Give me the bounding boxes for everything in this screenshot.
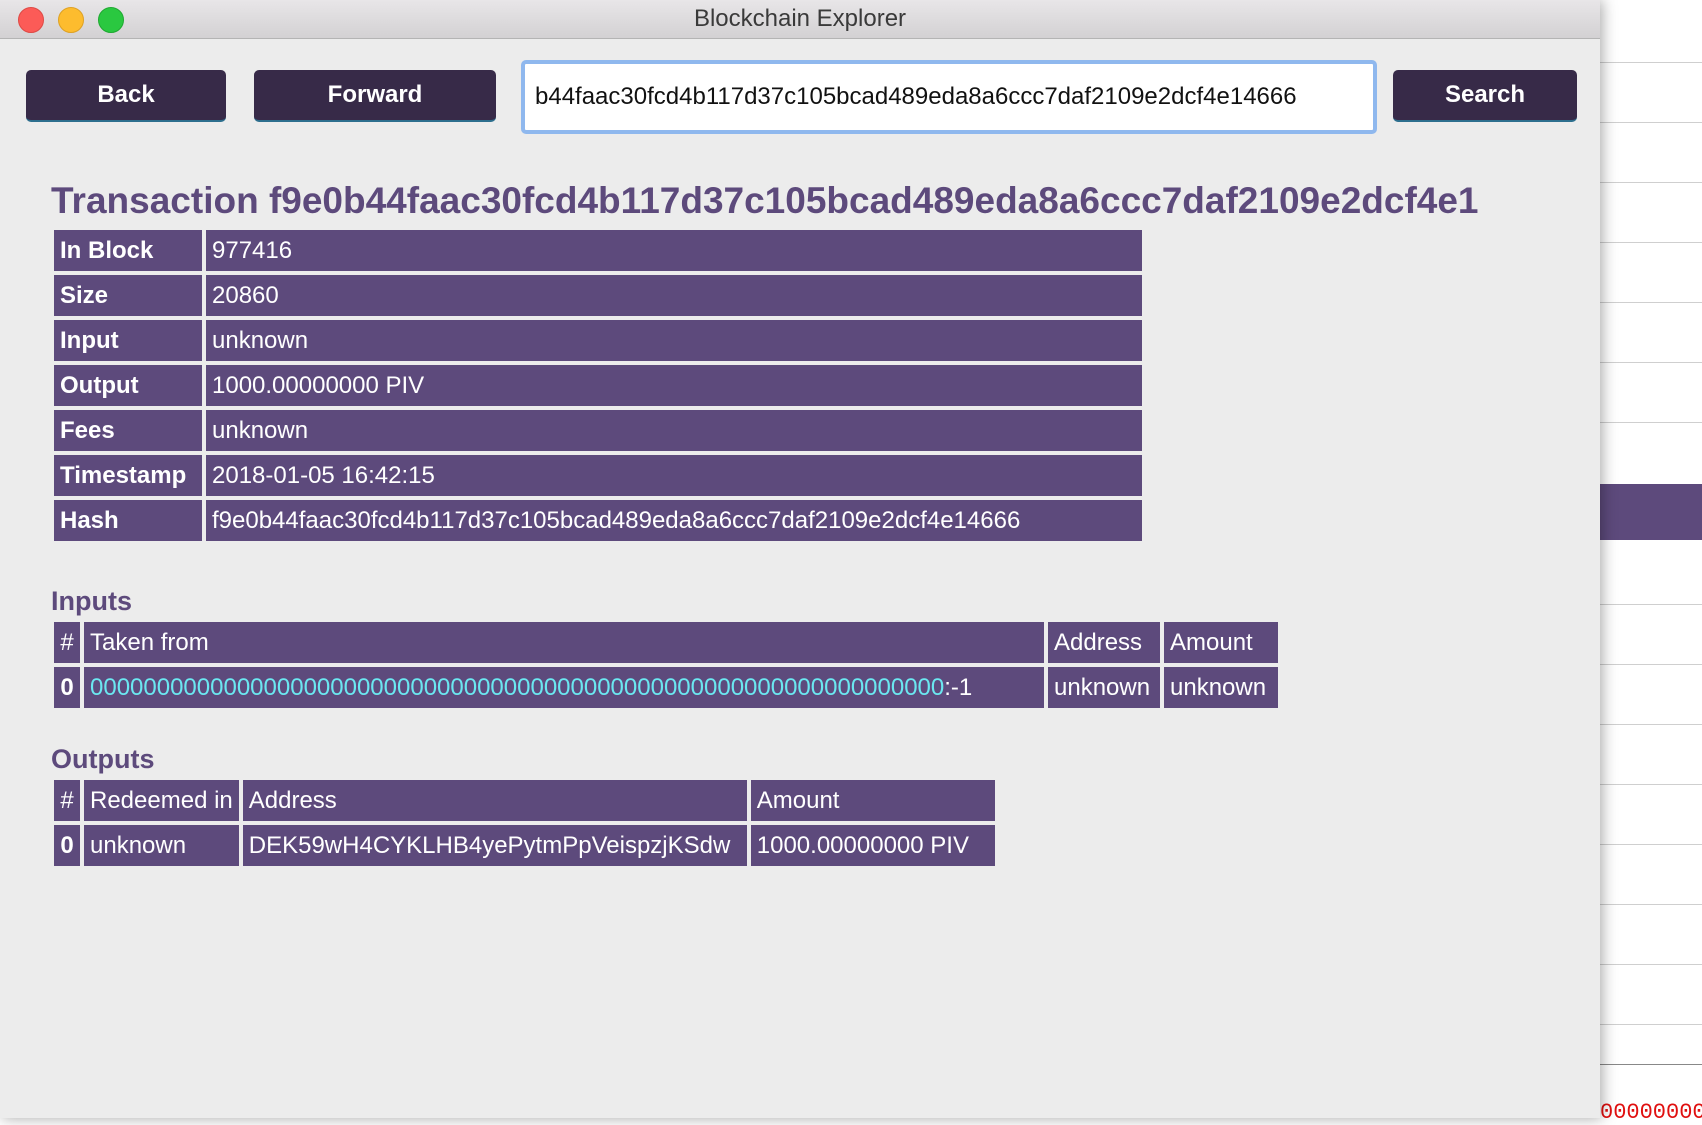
taken-from-cell: 0000000000000000000000000000000000000000… bbox=[84, 667, 1044, 708]
background-divider bbox=[1600, 242, 1702, 243]
detail-label: In Block bbox=[54, 230, 202, 271]
column-header: Amount bbox=[750, 780, 995, 821]
detail-value: 2018-01-05 16:42:15 bbox=[206, 455, 1142, 496]
table-row: 0 00000000000000000000000000000000000000… bbox=[54, 667, 1278, 708]
column-header: Amount bbox=[1164, 622, 1278, 663]
background-text: 00000000 bbox=[1600, 1100, 1702, 1125]
detail-label: Input bbox=[54, 320, 202, 361]
output-address-link[interactable]: DEK59wH4CYKLHB4yePytmPpVeispzjKSdw bbox=[242, 825, 747, 866]
page-title: Transaction f9e0b44faac30fcd4b117d37c105… bbox=[51, 180, 1479, 221]
taken-from-suffix: :-1 bbox=[944, 673, 973, 701]
background-divider bbox=[1600, 62, 1702, 63]
detail-label: Fees bbox=[54, 410, 202, 451]
background-divider bbox=[1600, 964, 1702, 965]
input-amount: unknown bbox=[1164, 667, 1278, 708]
detail-value: f9e0b44faac30fcd4b117d37c105bcad489eda8a… bbox=[206, 500, 1142, 541]
taken-from-link[interactable]: 0000000000000000000000000000000000000000… bbox=[90, 674, 944, 701]
column-header: Taken from bbox=[84, 622, 1044, 663]
outputs-table: # Redeemed in Address Amount 0 unknown D… bbox=[50, 776, 999, 870]
search-input[interactable] bbox=[521, 60, 1377, 134]
background-divider bbox=[1600, 302, 1702, 303]
row-index: 0 bbox=[54, 825, 80, 866]
background-divider bbox=[1600, 784, 1702, 785]
detail-label: Hash bbox=[54, 500, 202, 541]
output-amount: 1000.00000000 PIV bbox=[750, 825, 995, 866]
column-header: # bbox=[54, 780, 80, 821]
detail-row: Input unknown bbox=[54, 320, 1142, 361]
input-address: unknown bbox=[1048, 667, 1160, 708]
forward-button[interactable]: Forward bbox=[254, 70, 496, 122]
transaction-details-table: In Block 977416 Size 20860 Input unknown… bbox=[50, 226, 1146, 545]
inputs-table: # Taken from Address Amount 0 0000000000… bbox=[50, 618, 1282, 712]
background-divider bbox=[1600, 724, 1702, 725]
background-divider bbox=[1600, 422, 1702, 423]
detail-value: unknown bbox=[206, 320, 1142, 361]
background-selected-row bbox=[1600, 484, 1702, 540]
background-divider bbox=[1600, 844, 1702, 845]
column-header: Address bbox=[1048, 622, 1160, 663]
background-window: 00000000 bbox=[1600, 0, 1702, 1125]
explorer-window: Blockchain Explorer Back Forward Search … bbox=[0, 0, 1600, 1118]
background-divider bbox=[1600, 182, 1702, 183]
back-button[interactable]: Back bbox=[26, 70, 226, 122]
detail-label: Timestamp bbox=[54, 455, 202, 496]
detail-row: Timestamp 2018-01-05 16:42:15 bbox=[54, 455, 1142, 496]
detail-row: Output 1000.00000000 PIV bbox=[54, 365, 1142, 406]
table-row: 0 unknown DEK59wH4CYKLHB4yePytmPpVeispzj… bbox=[54, 825, 995, 866]
table-header-row: # Taken from Address Amount bbox=[54, 622, 1278, 663]
background-divider bbox=[1600, 664, 1702, 665]
search-button[interactable]: Search bbox=[1393, 70, 1577, 122]
column-header: Address bbox=[242, 780, 747, 821]
detail-row: In Block 977416 bbox=[54, 230, 1142, 271]
redeemed-in: unknown bbox=[84, 825, 239, 866]
detail-row: Hash f9e0b44faac30fcd4b117d37c105bcad489… bbox=[54, 500, 1142, 541]
inputs-heading: Inputs bbox=[51, 586, 132, 616]
background-divider bbox=[1600, 904, 1702, 905]
background-divider bbox=[1600, 1064, 1702, 1065]
background-divider bbox=[1600, 604, 1702, 605]
detail-label: Size bbox=[54, 275, 202, 316]
row-index: 0 bbox=[54, 667, 80, 708]
detail-row: Size 20860 bbox=[54, 275, 1142, 316]
detail-label: Output bbox=[54, 365, 202, 406]
detail-row: Fees unknown bbox=[54, 410, 1142, 451]
background-divider bbox=[1600, 1024, 1702, 1025]
column-header: Redeemed in bbox=[84, 780, 239, 821]
outputs-heading: Outputs bbox=[51, 744, 155, 774]
background-divider bbox=[1600, 122, 1702, 123]
column-header: # bbox=[54, 622, 80, 663]
detail-value: 1000.00000000 PIV bbox=[206, 365, 1142, 406]
window-title: Blockchain Explorer bbox=[693, 5, 907, 32]
background-divider bbox=[1600, 362, 1702, 363]
detail-value: 20860 bbox=[206, 275, 1142, 316]
table-header-row: # Redeemed in Address Amount bbox=[54, 780, 995, 821]
title-bar: Blockchain Explorer bbox=[0, 0, 1600, 39]
block-link[interactable]: 977416 bbox=[206, 230, 1142, 271]
detail-value: unknown bbox=[206, 410, 1142, 451]
